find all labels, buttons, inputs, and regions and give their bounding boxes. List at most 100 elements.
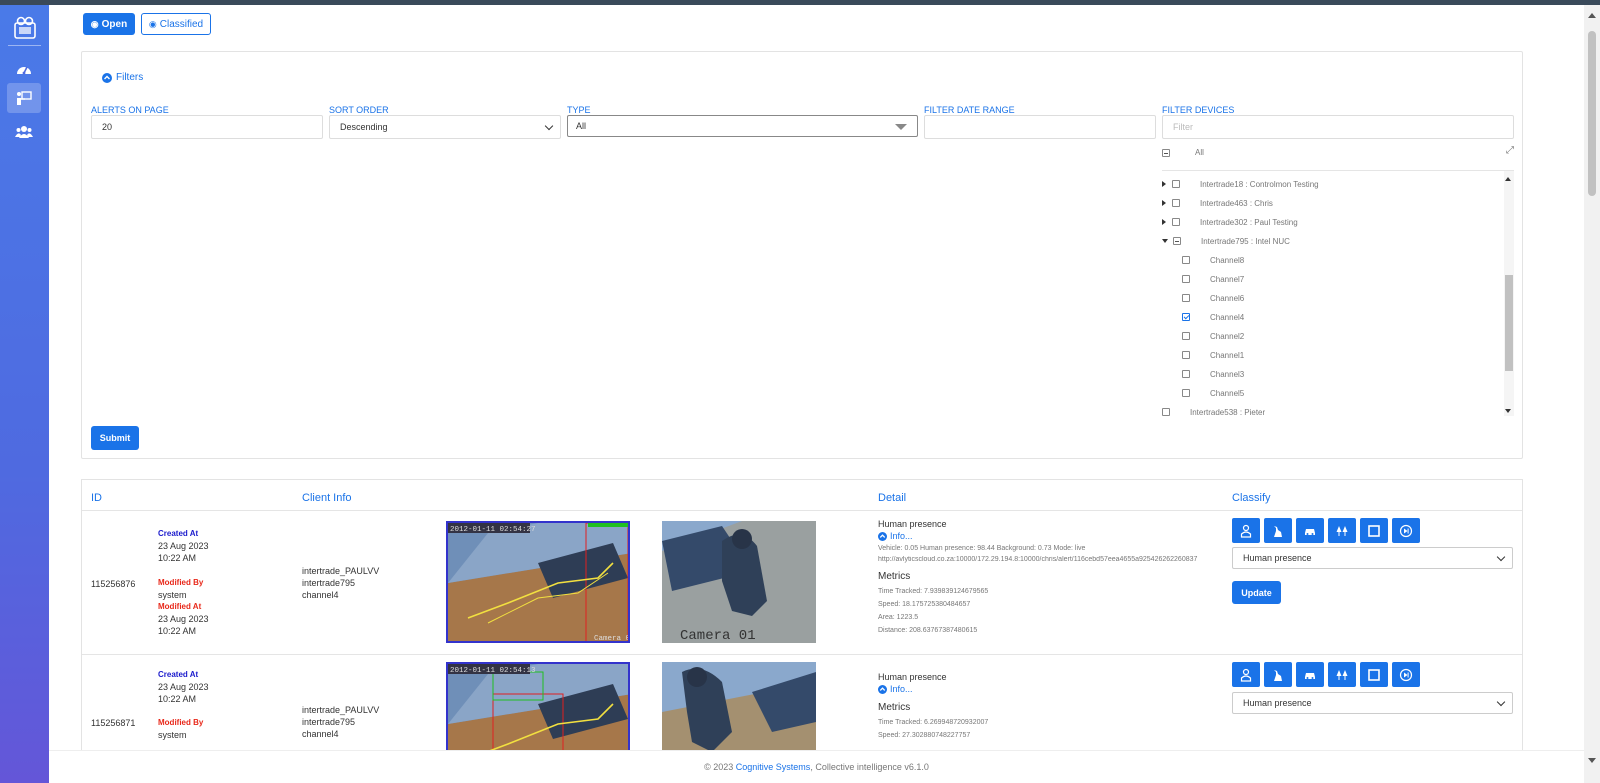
tracking-snapshot-image[interactable]: 2012-01-11 02:54:27 Camera 01 bbox=[446, 521, 630, 643]
tree-node[interactable]: Channel6 bbox=[1182, 291, 1244, 305]
classify-background-button[interactable] bbox=[1360, 518, 1388, 543]
classified-tab-label: Classified bbox=[159, 18, 204, 30]
info-toggle[interactable]: Info... bbox=[878, 684, 1228, 694]
tree-node-label: Channel8 bbox=[1210, 255, 1245, 265]
metric-distance: Distance: 208.63767387480615 bbox=[878, 627, 978, 634]
all-devices-checkbox[interactable] bbox=[1162, 149, 1170, 157]
classify-human-button[interactable] bbox=[1232, 662, 1260, 687]
classified-tab-button[interactable]: ◉ Classified bbox=[141, 13, 211, 35]
tree-node[interactable]: Channel4 bbox=[1182, 310, 1244, 324]
alerts-on-page-input[interactable]: 20 bbox=[91, 115, 323, 139]
modified-by-label: Modified By bbox=[158, 578, 204, 587]
modified-time: 10:22 AM bbox=[158, 626, 197, 636]
person-crop-image[interactable]: Camera 01 bbox=[662, 521, 816, 643]
client-name: intertrade_PAULVV bbox=[302, 705, 380, 715]
classify-skip-button[interactable] bbox=[1392, 518, 1420, 543]
tree-node[interactable]: Channel5 bbox=[1182, 386, 1244, 400]
sort-order-select[interactable]: Descending bbox=[329, 115, 561, 139]
classify-human-button[interactable] bbox=[1232, 518, 1260, 543]
tree-checkbox[interactable] bbox=[1182, 389, 1190, 397]
classify-animal-button[interactable] bbox=[1264, 518, 1292, 543]
tree-node[interactable]: Channel3 bbox=[1182, 367, 1244, 381]
class-scores: Vehicle: 0.05 Human presence: 98.44 Back… bbox=[878, 545, 1086, 552]
main-content: ◉ Open ◉ Classified Filters ALERTS ON PA… bbox=[49, 5, 1584, 750]
tree-checkbox[interactable] bbox=[1182, 351, 1190, 359]
tree-checkbox[interactable] bbox=[1173, 237, 1181, 245]
footer-company-link[interactable]: Cognitive Systems bbox=[736, 762, 811, 772]
tree-node[interactable]: Intertrade538 : Pieter bbox=[1162, 405, 1265, 416]
scroll-up-icon[interactable] bbox=[1588, 13, 1596, 18]
date-range-label: FILTER DATE RANGE bbox=[924, 105, 1015, 115]
filters-toggle[interactable]: Filters bbox=[102, 72, 143, 83]
tree-checkbox[interactable] bbox=[1182, 256, 1190, 264]
tree-checkbox[interactable] bbox=[1172, 199, 1180, 207]
detail-title: Human presence bbox=[878, 672, 947, 682]
tree-scrollbar[interactable] bbox=[1504, 171, 1514, 416]
classify-vegetation-button[interactable] bbox=[1328, 662, 1356, 687]
svg-text:2012-01-11 02:54:13: 2012-01-11 02:54:13 bbox=[450, 667, 536, 675]
caret-down-icon[interactable] bbox=[1162, 239, 1168, 243]
classify-vehicle-button[interactable] bbox=[1296, 662, 1324, 687]
filters-toggle-label: Filters bbox=[116, 72, 144, 83]
date-range-input[interactable] bbox=[924, 115, 1156, 139]
tree-node[interactable]: Intertrade302 : Paul Testing bbox=[1162, 215, 1298, 229]
info-toggle[interactable]: Info... bbox=[878, 531, 1228, 541]
tree-node-label: Channel2 bbox=[1210, 331, 1245, 341]
tree-checkbox-checked[interactable] bbox=[1182, 313, 1190, 321]
tree-icon bbox=[1336, 669, 1348, 680]
tree-checkbox[interactable] bbox=[1172, 218, 1180, 226]
skip-icon bbox=[1399, 524, 1413, 537]
caret-right-icon[interactable] bbox=[1162, 200, 1166, 206]
type-select[interactable]: All bbox=[567, 115, 918, 137]
tree-checkbox[interactable] bbox=[1172, 180, 1180, 188]
tree-checkbox[interactable] bbox=[1182, 332, 1190, 340]
tree-checkbox[interactable] bbox=[1182, 294, 1190, 302]
alerts-table: ID Client Info Detail Classify 115256876… bbox=[81, 479, 1523, 750]
update-button[interactable]: Update bbox=[1232, 581, 1281, 604]
sidebar-divider bbox=[8, 45, 41, 46]
person-crop-image[interactable] bbox=[662, 662, 816, 750]
classify-vegetation-button[interactable] bbox=[1328, 518, 1356, 543]
svg-text:Camera 01: Camera 01 bbox=[594, 635, 630, 643]
created-at-label: Created At bbox=[158, 529, 199, 538]
dog-icon bbox=[1274, 525, 1282, 537]
sidebar-item-dashboard[interactable] bbox=[7, 55, 41, 85]
tracking-snapshot-image[interactable]: 2012-01-11 02:54:13 bbox=[446, 662, 630, 750]
classify-skip-button[interactable] bbox=[1392, 662, 1420, 687]
expand-icon[interactable]: ⤢ bbox=[1506, 145, 1514, 156]
caret-right-icon[interactable] bbox=[1162, 181, 1166, 187]
submit-button[interactable]: Submit bbox=[91, 426, 139, 450]
tree-node[interactable]: Channel8 bbox=[1182, 253, 1244, 267]
classification-select[interactable]: Human presence bbox=[1232, 547, 1513, 569]
tree-checkbox[interactable] bbox=[1182, 370, 1190, 378]
device-filter-input[interactable]: Filter bbox=[1162, 115, 1514, 139]
classify-vehicle-button[interactable] bbox=[1296, 518, 1324, 543]
classification-select[interactable]: Human presence bbox=[1232, 692, 1513, 714]
tree-node[interactable]: Channel2 bbox=[1182, 329, 1244, 343]
info-label: Info... bbox=[890, 531, 913, 541]
tree-checkbox[interactable] bbox=[1162, 408, 1170, 416]
tree-node[interactable]: Intertrade795 : Intel NUC bbox=[1162, 234, 1290, 248]
page-scrollbar[interactable] bbox=[1584, 5, 1600, 783]
caret-right-icon[interactable] bbox=[1162, 219, 1166, 225]
tree-node[interactable]: Channel1 bbox=[1182, 348, 1244, 362]
scroll-down-icon[interactable] bbox=[1588, 758, 1596, 763]
human-icon bbox=[1240, 668, 1252, 682]
detail-title: Human presence bbox=[878, 519, 947, 529]
metrics-label: Metrics bbox=[878, 702, 911, 713]
created-time: 10:22 AM bbox=[158, 553, 197, 563]
sidebar-item-users[interactable] bbox=[7, 117, 41, 147]
classify-background-button[interactable] bbox=[1360, 662, 1388, 687]
client-device: intertrade795 bbox=[302, 578, 356, 588]
tree-node[interactable]: Intertrade463 : Chris bbox=[1162, 196, 1273, 210]
tree-node[interactable]: Intertrade18 : Controlmon Testing bbox=[1162, 177, 1319, 191]
alert-url[interactable]: http://avlyticscloud.co.za:10000/172.29.… bbox=[878, 556, 1228, 563]
tree-node[interactable]: Channel7 bbox=[1182, 272, 1244, 286]
open-tab-button[interactable]: ◉ Open bbox=[83, 13, 135, 35]
classify-animal-button[interactable] bbox=[1264, 662, 1292, 687]
tree-checkbox[interactable] bbox=[1182, 275, 1190, 283]
sidebar-item-alerts[interactable] bbox=[7, 83, 41, 113]
square-icon bbox=[1368, 524, 1380, 537]
scrollbar-thumb[interactable] bbox=[1588, 31, 1596, 196]
app-logo-icon[interactable] bbox=[12, 15, 38, 41]
